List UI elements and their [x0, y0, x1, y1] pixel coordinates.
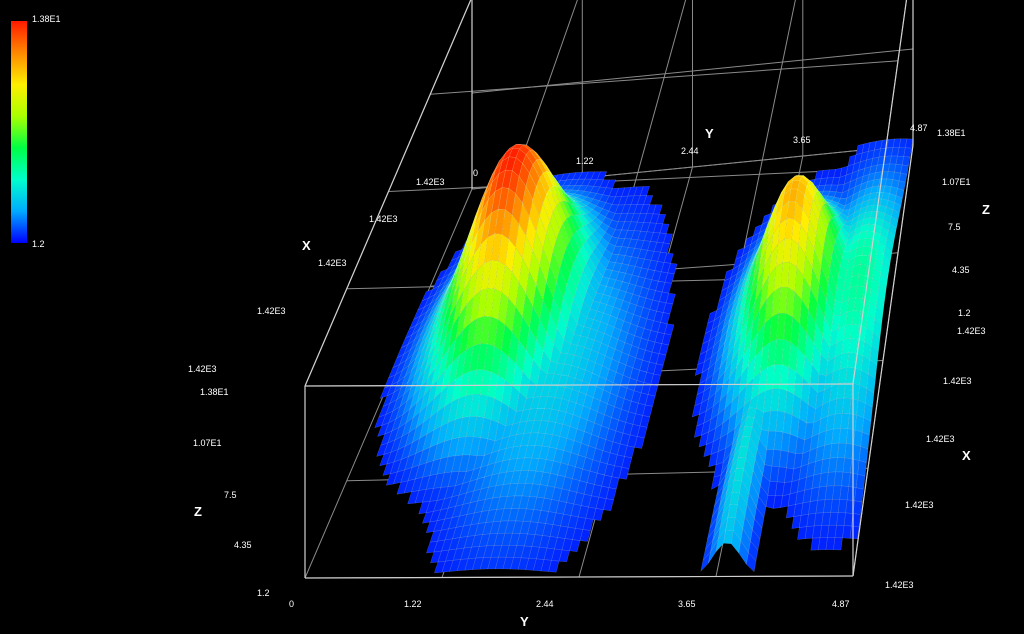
surface-cell [855, 474, 866, 490]
y-axis-title-bottom: Y [520, 614, 529, 629]
surface-cell [900, 164, 909, 175]
z-axis-title-left: Z [194, 504, 202, 519]
x-tick-right-4: 1.42E3 [885, 580, 914, 590]
y-tick-top-1: 1.22 [576, 156, 594, 166]
x-tick-right-0: 1.42E3 [957, 326, 986, 336]
y-tick-bottom-0: 0 [289, 599, 294, 609]
z-tick-right-0: 1.38E1 [937, 128, 966, 138]
z-axis-right: 1.38E1 1.07E1 7.5 4.35 1.2 Z [937, 128, 990, 318]
surface-plot: 1.38E1 1.2 0 1.22 2.44 3.65 4.87 Y 0 1.2… [11, 0, 990, 629]
z-tick-left-0: 1.38E1 [200, 387, 229, 397]
z-tick-left-2: 7.5 [224, 490, 237, 500]
y-tick-bottom-4: 4.87 [832, 599, 850, 609]
z-axis-left: 1.38E1 1.07E1 7.5 4.35 1.2 Z [193, 387, 270, 598]
x-tick-left-4: 1.42E3 [188, 364, 217, 374]
z-tick-left-4: 1.2 [257, 588, 270, 598]
surface-cell [833, 537, 843, 551]
y-tick-top-3: 3.65 [793, 135, 811, 145]
y-tick-top-2: 2.44 [681, 146, 699, 156]
color-legend-bar [11, 21, 27, 243]
surface-cell [902, 156, 911, 167]
surface-cell [860, 432, 870, 450]
x-tick-left-3: 1.42E3 [257, 306, 286, 316]
y-axis-bottom: 0 1.22 2.44 3.65 4.87 Y [289, 599, 850, 629]
top-grid-x-3 [430, 60, 899, 95]
x-axis-title-right: X [962, 448, 971, 463]
surface-cell [852, 500, 863, 515]
surface-cell [903, 147, 912, 158]
z-tick-left-1: 1.07E1 [193, 438, 222, 448]
y-tick-top-4: 4.87 [910, 123, 928, 133]
surface-cell [849, 525, 860, 540]
x-tick-right-3: 1.42E3 [905, 500, 934, 510]
surface-cell [857, 460, 867, 477]
x-tick-left-2: 1.42E3 [318, 258, 347, 268]
y-tick-bottom-1: 1.22 [404, 599, 422, 609]
color-legend: 1.38E1 1.2 [11, 14, 61, 249]
legend-max-label: 1.38E1 [32, 14, 61, 24]
surface-cell [858, 446, 869, 463]
x-tick-left-0: 1.42E3 [416, 177, 445, 187]
y-tick-bottom-2: 2.44 [536, 599, 554, 609]
surface-cell [854, 487, 864, 503]
z-tick-right-3: 4.35 [952, 265, 970, 275]
z-tick-right-2: 7.5 [948, 222, 961, 232]
y-tick-top-0: 0 [473, 168, 478, 178]
x-tick-right-2: 1.42E3 [926, 434, 955, 444]
y-tick-bottom-3: 3.65 [678, 599, 696, 609]
legend-min-label: 1.2 [32, 239, 45, 249]
surface-cell [905, 138, 914, 149]
surface-cell [862, 417, 872, 436]
surface-mesh [374, 138, 914, 574]
z-tick-right-1: 1.07E1 [942, 177, 971, 187]
x-axis-right: 1.42E3 1.42E3 1.42E3 1.42E3 1.42E3 X [885, 326, 986, 590]
y-axis-title-top: Y [705, 126, 714, 141]
x-tick-left-1: 1.42E3 [369, 214, 398, 224]
z-tick-right-4: 1.2 [958, 308, 971, 318]
z-tick-left-3: 4.35 [234, 540, 252, 550]
x-tick-right-1: 1.42E3 [943, 376, 972, 386]
z-axis-title-right: Z [982, 202, 990, 217]
x-axis-title-left: X [302, 238, 311, 253]
